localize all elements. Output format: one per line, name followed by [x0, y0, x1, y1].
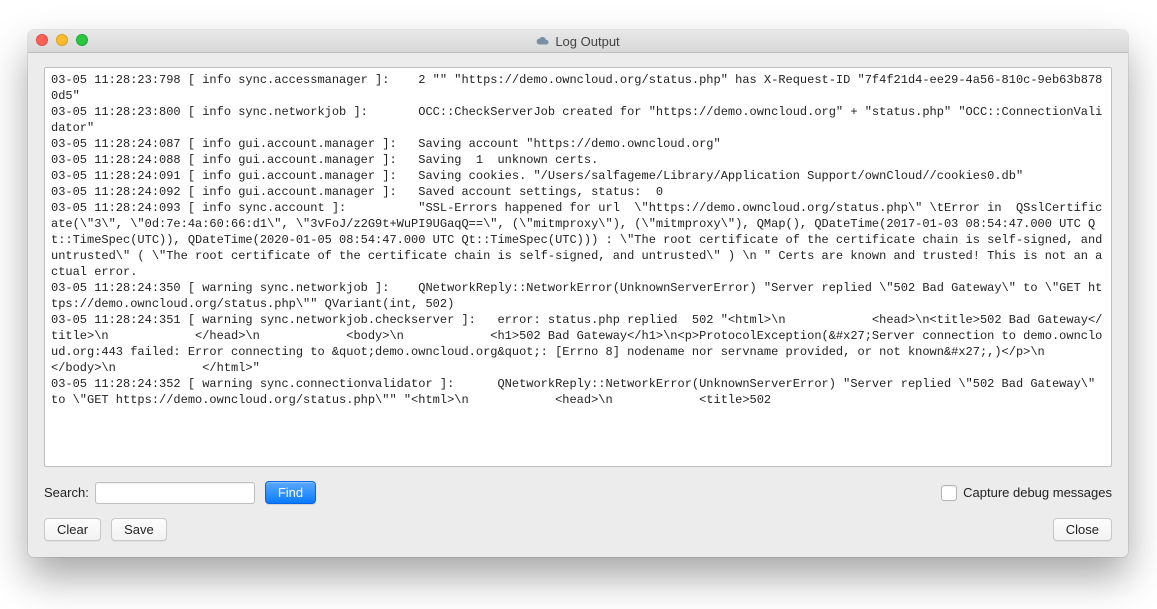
save-button[interactable]: Save: [111, 518, 167, 541]
cloud-icon: [536, 36, 550, 46]
search-label: Search:: [44, 485, 89, 500]
find-button[interactable]: Find: [265, 481, 316, 504]
capture-debug-label: Capture debug messages: [963, 485, 1112, 500]
log-output-textarea[interactable]: 03-05 11:28:23:798 [ info sync.accessman…: [44, 67, 1112, 467]
log-output-window: Log Output 03-05 11:28:23:798 [ info syn…: [28, 30, 1128, 557]
search-row: Search: Find Capture debug messages: [44, 481, 1112, 504]
close-window-button[interactable]: [36, 34, 48, 46]
capture-debug-checkbox[interactable]: [941, 485, 957, 501]
minimize-window-button[interactable]: [56, 34, 68, 46]
titlebar[interactable]: Log Output: [28, 30, 1128, 53]
traffic-lights: [36, 34, 88, 46]
close-button[interactable]: Close: [1053, 518, 1112, 541]
bottom-button-row: Clear Save Close: [44, 518, 1112, 541]
log-text[interactable]: 03-05 11:28:23:798 [ info sync.accessman…: [51, 72, 1105, 408]
search-input[interactable]: [95, 482, 255, 504]
clear-button[interactable]: Clear: [44, 518, 101, 541]
zoom-window-button[interactable]: [76, 34, 88, 46]
window-title-wrap: Log Output: [28, 34, 1128, 49]
window-title: Log Output: [555, 34, 619, 49]
window-content: 03-05 11:28:23:798 [ info sync.accessman…: [28, 53, 1128, 557]
